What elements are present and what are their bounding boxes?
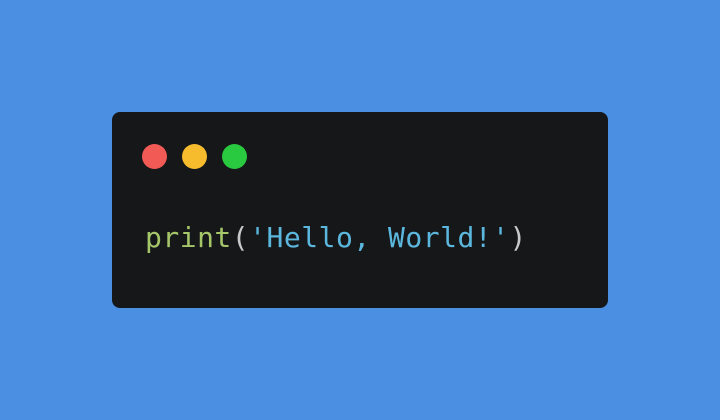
close-paren: ): [509, 221, 527, 254]
function-name: print: [145, 221, 232, 254]
code-window: print('Hello, World!'): [112, 112, 608, 308]
maximize-button[interactable]: [222, 144, 247, 169]
minimize-button[interactable]: [182, 144, 207, 169]
close-button[interactable]: [142, 144, 167, 169]
open-paren: (: [231, 221, 250, 254]
window-controls: [142, 144, 247, 169]
string-literal: 'Hello, World!': [249, 221, 510, 254]
code-line: print('Hello, World!'): [145, 220, 527, 256]
